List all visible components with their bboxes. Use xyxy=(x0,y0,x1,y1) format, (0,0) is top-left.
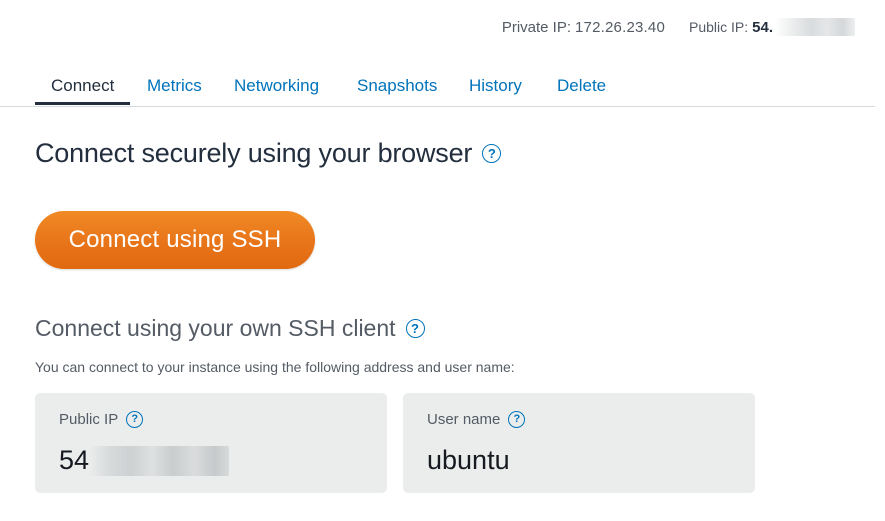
help-icon[interactable]: ? xyxy=(126,411,144,428)
public-ip-card: Public IP ? 54 xyxy=(35,393,387,493)
connect-ssh-button[interactable]: Connect using SSH xyxy=(35,211,315,269)
help-icon[interactable]: ? xyxy=(508,411,526,428)
redacted-ip-blur xyxy=(775,18,855,36)
browser-connect-heading: Connect securely using your browser ? xyxy=(35,138,502,169)
tab-history[interactable]: History xyxy=(469,76,522,104)
public-ip-card-label: Public IP ? xyxy=(59,411,144,428)
user-name-card-label-text: User name xyxy=(427,411,501,428)
user-name-card-label: User name ? xyxy=(427,411,526,428)
instance-tabs: Connect Metrics Networking Snapshots His… xyxy=(0,70,875,107)
tab-snapshots[interactable]: Snapshots xyxy=(357,76,437,104)
user-name-value: ubuntu xyxy=(427,445,510,475)
tab-connect[interactable]: Connect xyxy=(51,76,114,104)
help-icon[interactable]: ? xyxy=(405,319,425,338)
tab-delete[interactable]: Delete xyxy=(557,76,606,104)
ssh-client-heading: Connect using your own SSH client ? xyxy=(35,315,425,342)
public-ip-card-value: 54 xyxy=(59,445,230,476)
browser-connect-heading-text: Connect securely using your browser xyxy=(35,138,473,168)
private-ip-value: 172.26.23.40 xyxy=(575,18,665,36)
public-ip-value: 54. xyxy=(752,18,773,36)
redacted-ip-blur xyxy=(89,445,230,476)
active-tab-indicator xyxy=(35,102,130,105)
ip-summary-bar: Private IP: 172.26.23.40 Public IP: 54. xyxy=(502,18,855,36)
tab-metrics[interactable]: Metrics xyxy=(147,76,202,104)
public-ip-card-label-text: Public IP xyxy=(59,411,119,428)
tab-networking[interactable]: Networking xyxy=(234,76,319,104)
help-icon[interactable]: ? xyxy=(482,144,502,163)
user-name-card: User name ? ubuntu xyxy=(403,393,755,493)
public-ip-visible-text: 54 xyxy=(59,445,90,475)
public-ip-label: Public IP: xyxy=(689,19,749,35)
ssh-client-heading-text: Connect using your own SSH client xyxy=(35,315,396,341)
private-ip-label: Private IP: xyxy=(501,18,572,36)
ssh-client-description: You can connect to your instance using t… xyxy=(35,359,515,375)
